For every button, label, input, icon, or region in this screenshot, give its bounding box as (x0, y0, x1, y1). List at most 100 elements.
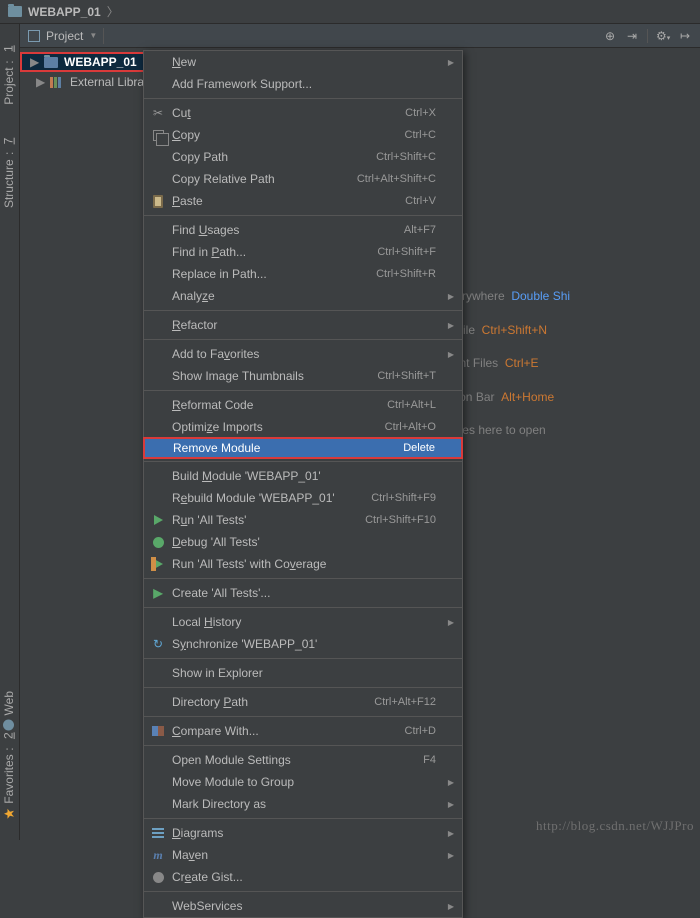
star-icon (3, 808, 15, 820)
menu-item-shortcut: Ctrl+Alt+L (387, 399, 436, 411)
menu-item-label: Local History (172, 615, 241, 629)
menu-item-add-framework-support[interactable]: Add Framework Support... (144, 73, 462, 95)
module-icon (44, 57, 58, 68)
collapse-icon[interactable]: ⇥ (625, 29, 639, 43)
tab-project[interactable]: Project:1 (2, 42, 16, 105)
menu-item-reformat-code[interactable]: Reformat CodeCtrl+Alt+L (144, 394, 462, 416)
menu-item-shortcut: Ctrl+Alt+Shift+C (357, 173, 436, 185)
menu-item-run-all-tests-with-coverage[interactable]: Run 'All Tests' with Coverage (144, 553, 462, 575)
menu-item-shortcut: Ctrl+Shift+F (377, 246, 436, 258)
menu-item-label: Analyze (172, 289, 215, 303)
menu-separator (144, 215, 462, 216)
menu-item-show-in-explorer[interactable]: Show in Explorer (144, 662, 462, 684)
diff-icon (150, 723, 166, 739)
menu-item-label: Find in Path... (172, 245, 246, 259)
menu-item-maven[interactable]: mMaven (144, 844, 462, 866)
menu-item-copy-relative-path[interactable]: Copy Relative PathCtrl+Alt+Shift+C (144, 168, 462, 190)
menu-item-copy[interactable]: CopyCtrl+C (144, 124, 462, 146)
menu-item-create-gist[interactable]: Create Gist... (144, 866, 462, 888)
menu-separator (144, 716, 462, 717)
menu-item-shortcut: Ctrl+Shift+T (377, 370, 436, 382)
menu-item-paste[interactable]: Paste Ctrl+V (144, 190, 462, 212)
menu-item-label: Build Module 'WEBAPP_01' (172, 469, 321, 483)
menu-item-label: Add to Favorites (172, 347, 259, 361)
menu-item-show-image-thumbnails[interactable]: Show Image ThumbnailsCtrl+Shift+T (144, 365, 462, 387)
menu-item-build-module-webapp-01[interactable]: Build Module 'WEBAPP_01' (144, 465, 462, 487)
maven-icon: m (150, 847, 166, 863)
coverage-icon (150, 556, 166, 572)
menu-item-shortcut: Ctrl+Shift+C (376, 151, 436, 163)
tab-favorites[interactable]: Favorites:2 (2, 729, 16, 820)
menu-item-label: Debug 'All Tests' (172, 535, 260, 549)
menu-item-label: WebServices (172, 899, 242, 913)
tab-structure[interactable]: Structure:7 (2, 134, 16, 208)
sync-icon: ↻ (150, 636, 166, 652)
menu-item-mark-directory-as[interactable]: Mark Directory as (144, 793, 462, 815)
menu-item-label: Compare With... (172, 724, 259, 738)
menu-item-label: Create Gist... (172, 870, 243, 884)
menu-item-optimize-imports[interactable]: Optimize ImportsCtrl+Alt+O (144, 416, 462, 438)
menu-item-label: Copy Path (172, 150, 228, 164)
menu-item-label: Remove Module (173, 441, 260, 455)
menu-item-rebuild-module-webapp-01[interactable]: Rebuild Module 'WEBAPP_01'Ctrl+Shift+F9 (144, 487, 462, 509)
menu-item-find-usages[interactable]: Find UsagesAlt+F7 (144, 219, 462, 241)
chevron-down-icon: ▼ (89, 31, 97, 40)
menu-item-label: Open Module Settings (172, 753, 291, 767)
breadcrumb-sep: 〉 (107, 3, 119, 20)
menu-item-label: Directory Path (172, 695, 248, 709)
menu-item-shortcut: Ctrl+Alt+O (385, 421, 436, 433)
menu-item-create-all-tests[interactable]: ▶Create 'All Tests'... (144, 582, 462, 604)
menu-item-shortcut: Ctrl+Shift+F9 (371, 492, 436, 504)
menu-item-shortcut: F4 (423, 754, 436, 766)
folder-icon (8, 6, 22, 17)
breadcrumb-bar: WEBAPP_01 〉 (0, 0, 700, 24)
context-menu: NewAdd Framework Support...✂CutCtrl+XCop… (143, 50, 463, 918)
menu-item-label: Find Usages (172, 223, 239, 237)
scroll-icon[interactable]: ⊕ (603, 29, 617, 43)
menu-item-remove-module[interactable]: Remove Module Delete (143, 437, 463, 459)
menu-item-label: Paste (172, 194, 203, 208)
menu-item-run-all-tests[interactable]: Run 'All Tests'Ctrl+Shift+F10 (144, 509, 462, 531)
menu-item-label: Show in Explorer (172, 666, 263, 680)
menu-separator (144, 339, 462, 340)
menu-item-label: Diagrams (172, 826, 223, 840)
paste-icon (150, 193, 166, 209)
menu-separator (144, 390, 462, 391)
diagram-icon (150, 825, 166, 841)
menu-item-analyze[interactable]: Analyze (144, 285, 462, 307)
menu-item-directory-path[interactable]: Directory PathCtrl+Alt+F12 (144, 691, 462, 713)
menu-item-shortcut: Ctrl+V (405, 195, 436, 207)
menu-item-move-module-to-group[interactable]: Move Module to Group (144, 771, 462, 793)
menu-item-label: Add Framework Support... (172, 77, 312, 91)
cut-icon: ✂ (150, 105, 166, 121)
menu-separator (144, 687, 462, 688)
menu-item-copy-path[interactable]: Copy Path Ctrl+Shift+C (144, 146, 462, 168)
copy-icon (150, 127, 166, 143)
menu-item-label: Create 'All Tests'... (172, 586, 270, 600)
menu-item-refactor[interactable]: Refactor (144, 314, 462, 336)
project-view-selector[interactable]: Project ▼ (28, 29, 97, 43)
menu-item-label: Copy (172, 128, 200, 142)
menu-item-cut[interactable]: ✂CutCtrl+X (144, 102, 462, 124)
menu-item-open-module-settings[interactable]: Open Module Settings F4 (144, 749, 462, 771)
gear-icon[interactable]: ⚙▾ (656, 29, 670, 43)
menu-item-label: Cut (172, 106, 191, 120)
menu-item-debug-all-tests[interactable]: Debug 'All Tests' (144, 531, 462, 553)
menu-item-shortcut: Ctrl+Shift+R (376, 268, 436, 280)
menu-separator (144, 310, 462, 311)
menu-item-diagrams[interactable]: Diagrams (144, 822, 462, 844)
breadcrumb-title[interactable]: WEBAPP_01 (28, 5, 101, 19)
menu-item-replace-in-path[interactable]: Replace in Path...Ctrl+Shift+R (144, 263, 462, 285)
menu-item-synchronize-webapp-01[interactable]: ↻Synchronize 'WEBAPP_01' (144, 633, 462, 655)
menu-item-compare-with[interactable]: Compare With...Ctrl+D (144, 720, 462, 742)
arrow-right-icon[interactable]: ▶ (30, 55, 38, 69)
menu-item-webservices[interactable]: WebServices (144, 895, 462, 917)
menu-item-find-in-path[interactable]: Find in Path... Ctrl+Shift+F (144, 241, 462, 263)
arrow-right-icon[interactable]: ▶ (36, 75, 44, 89)
menu-item-local-history[interactable]: Local History (144, 611, 462, 633)
tab-web[interactable]: Web (2, 691, 16, 730)
menu-item-shortcut: Delete (403, 442, 435, 454)
hide-icon[interactable]: ↦ (678, 29, 692, 43)
menu-item-new[interactable]: New (144, 51, 462, 73)
menu-item-add-to-favorites[interactable]: Add to Favorites (144, 343, 462, 365)
